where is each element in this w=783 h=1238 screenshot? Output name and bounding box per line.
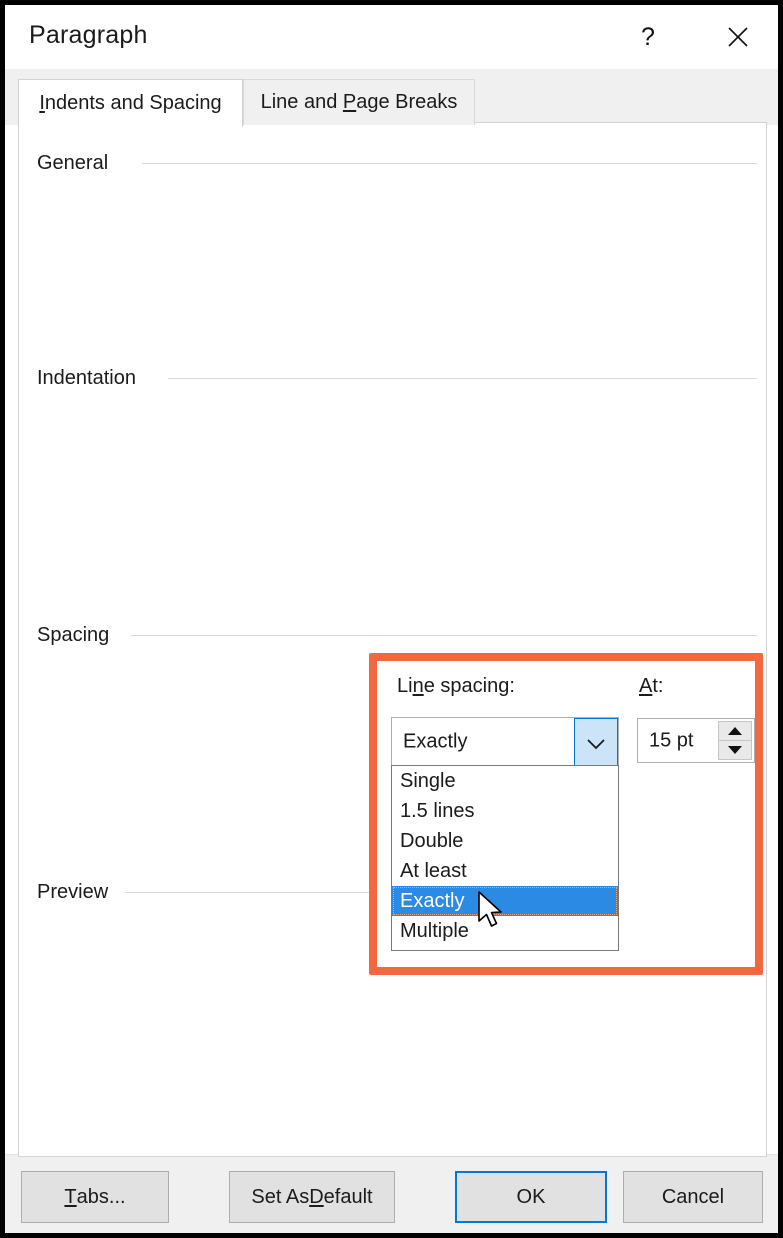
dropdown-option-1-5-lines[interactable]: 1.5 lines — [392, 796, 618, 826]
dropdown-option-at-least[interactable]: At least — [392, 856, 618, 886]
dropdown-option-single[interactable]: Single — [392, 766, 618, 796]
title-bar: Paragraph ? — [5, 5, 778, 69]
spacing-group-heading: Spacing — [37, 624, 118, 647]
at-stepper[interactable]: 15 pt — [637, 718, 755, 763]
general-group-heading: General — [37, 152, 117, 175]
stepper-up-icon[interactable] — [718, 721, 752, 740]
close-icon[interactable] — [710, 15, 766, 59]
tab-strip: Indents and Spacing Line and Page Breaks — [5, 69, 778, 125]
dialog-footer: Tabs... Set As Default OK Cancel — [5, 1154, 778, 1233]
ok-button[interactable]: OK — [455, 1171, 607, 1223]
tab-label: Indents and Spacing — [39, 92, 221, 115]
tab-label: Line and Page Breaks — [261, 91, 458, 114]
mouse-cursor-icon — [477, 891, 507, 938]
paragraph-dialog: Paragraph ? Indents and Spacing Line and… — [4, 4, 779, 1234]
tab-panel — [18, 122, 767, 1157]
spacing-divider — [131, 635, 757, 636]
tab-indents-and-spacing[interactable]: Indents and Spacing — [18, 79, 243, 127]
set-as-default-button[interactable]: Set As Default — [229, 1171, 395, 1223]
dropdown-option-double[interactable]: Double — [392, 826, 618, 856]
line-spacing-combobox[interactable]: Exactly — [391, 717, 619, 766]
indentation-group-heading: Indentation — [37, 367, 145, 390]
at-value: 15 pt — [649, 729, 693, 752]
preview-group-heading: Preview — [37, 881, 117, 904]
stepper-arrows[interactable] — [718, 721, 752, 760]
general-divider — [142, 163, 757, 164]
indentation-divider — [168, 378, 757, 379]
at-label: At: — [639, 675, 663, 698]
chevron-down-icon[interactable] — [574, 718, 618, 770]
tabs-button[interactable]: Tabs... — [21, 1171, 169, 1223]
stepper-down-icon[interactable] — [718, 740, 752, 760]
tab-line-and-page-breaks[interactable]: Line and Page Breaks — [243, 79, 475, 125]
cancel-button[interactable]: Cancel — [623, 1171, 763, 1223]
help-icon[interactable]: ? — [620, 15, 676, 59]
dialog-title: Paragraph — [29, 21, 148, 50]
line-spacing-value: Exactly — [403, 730, 467, 753]
line-spacing-label: Line spacing: — [397, 675, 515, 698]
